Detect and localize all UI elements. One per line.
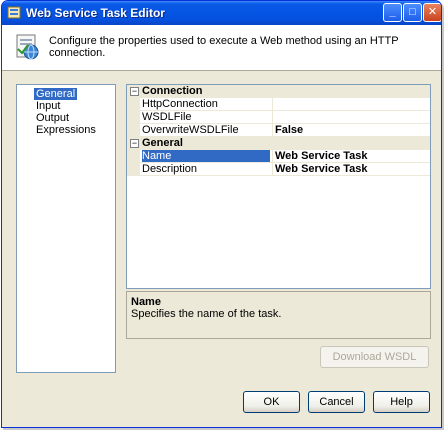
property-row-overwritewsdlfile[interactable]: OverwriteWSDLFile False <box>127 124 430 137</box>
collapse-icon[interactable]: − <box>130 139 139 148</box>
property-value[interactable]: Web Service Task <box>275 163 368 175</box>
minimize-button[interactable]: _ <box>383 3 402 22</box>
property-description-panel: Name Specifies the name of the task. <box>126 291 431 339</box>
property-grid: − Connection HttpConnection WSDLFile Ove… <box>126 84 431 289</box>
row-gutter <box>127 111 140 124</box>
title-bar[interactable]: Web Service Task Editor _ □ ✕ <box>2 1 441 25</box>
property-row-wsdlfile[interactable]: WSDLFile <box>127 111 430 124</box>
nav-item-output[interactable]: Output <box>34 112 71 124</box>
web-service-task-icon <box>16 34 39 60</box>
property-row-httpconnection[interactable]: HttpConnection <box>127 98 430 111</box>
property-value[interactable]: False <box>275 124 303 136</box>
collapse-icon[interactable]: − <box>130 87 139 96</box>
property-row-name[interactable]: Name Web Service Task <box>127 150 430 163</box>
column-divider <box>272 98 273 111</box>
nav-item-general[interactable]: General <box>34 88 78 100</box>
description-title: Name <box>131 296 161 308</box>
maximize-button[interactable]: □ <box>403 3 422 22</box>
download-wsdl-button[interactable]: Download WSDL <box>320 346 429 368</box>
column-divider <box>272 124 273 137</box>
ok-button[interactable]: OK <box>243 391 300 413</box>
property-name: Description <box>142 163 198 175</box>
property-name: WSDLFile <box>142 111 192 123</box>
header-description: Configure the properties used to execute… <box>49 35 399 59</box>
property-row-description[interactable]: Description Web Service Task <box>127 163 430 176</box>
property-name: OverwriteWSDLFile <box>142 124 239 136</box>
row-gutter <box>127 163 140 176</box>
column-divider <box>272 111 273 124</box>
row-gutter <box>127 124 140 137</box>
property-name: HttpConnection <box>142 98 218 110</box>
property-name: Name <box>142 150 270 162</box>
row-gutter <box>127 150 140 163</box>
row-gutter <box>127 98 140 111</box>
property-value[interactable]: Web Service Task <box>275 150 368 162</box>
app-icon <box>7 6 21 19</box>
window-title: Web Service Task Editor <box>26 6 165 20</box>
page-navigation-list: General Input Output Expressions <box>16 84 116 373</box>
description-text: Specifies the name of the task. <box>131 308 282 320</box>
category-label: General <box>142 137 183 149</box>
dialog-window: Web Service Task Editor _ □ ✕ Configure … <box>1 0 442 428</box>
category-general[interactable]: − General <box>127 137 430 150</box>
close-button[interactable]: ✕ <box>423 3 441 22</box>
dialog-header: Configure the properties used to execute… <box>2 25 441 71</box>
column-divider <box>272 150 273 163</box>
nav-item-expressions[interactable]: Expressions <box>34 124 98 136</box>
cancel-button[interactable]: Cancel <box>308 391 365 413</box>
column-divider <box>272 163 273 176</box>
category-connection[interactable]: − Connection <box>127 85 430 98</box>
help-button[interactable]: Help <box>373 391 430 413</box>
nav-item-input[interactable]: Input <box>34 100 62 112</box>
category-label: Connection <box>142 85 203 97</box>
